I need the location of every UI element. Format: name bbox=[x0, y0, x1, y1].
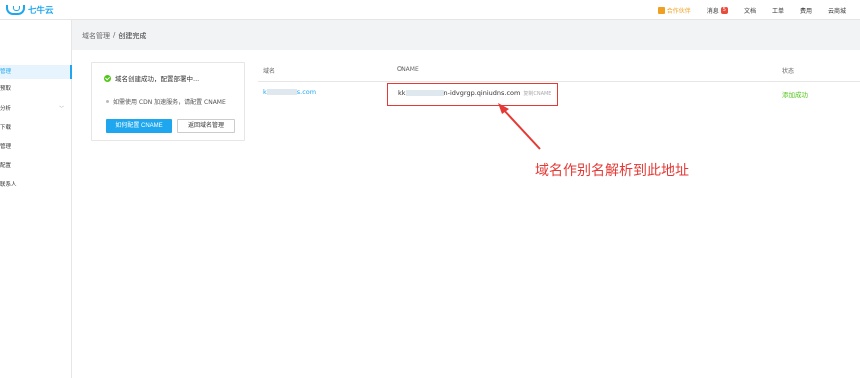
back-to-domain-management-button[interactable]: 返回域名管理 bbox=[177, 119, 235, 133]
sidebar-item-analytics[interactable]: 分析 ﹀ bbox=[0, 102, 72, 116]
qiniu-logo-icon bbox=[6, 5, 25, 15]
nav-tickets[interactable]: 工单 bbox=[772, 6, 784, 15]
creation-status-card: 域名创建成功，配置部署中... 如需使用 CDN 加速服务，请配置 CNAME … bbox=[91, 62, 245, 141]
table-row: k s.com bbox=[258, 88, 860, 100]
column-header-domain: 域名 bbox=[263, 68, 276, 75]
cname-suffix: n-idvgrgp.qiniudns.com bbox=[443, 89, 521, 97]
breadcrumb-parent[interactable]: 域名管理 bbox=[82, 31, 110, 41]
cname-prefix: kk bbox=[398, 89, 406, 97]
help-icon[interactable] bbox=[397, 66, 402, 71]
annotation-text: 域名作别名解析到此地址 bbox=[535, 163, 689, 179]
breadcrumb-current: 创建完成 bbox=[118, 32, 147, 40]
copy-cname-link[interactable]: 复制CNAME bbox=[523, 90, 551, 97]
sidebar-item-contacts[interactable]: 联系人 bbox=[0, 178, 72, 192]
nav-docs[interactable]: 文档 bbox=[744, 6, 756, 15]
column-header-status: 状态 bbox=[782, 68, 795, 75]
how-to-configure-cname-button[interactable]: 如何配置 CNAME bbox=[106, 119, 172, 133]
top-nav-links: 合作伙伴 消息 5 文档 工单 费用 云商城 bbox=[642, 0, 846, 20]
sidebar-item-config[interactable]: 配置 bbox=[0, 159, 72, 173]
message-count-badge: 5 bbox=[720, 6, 728, 14]
breadcrumb-separator: / bbox=[113, 31, 116, 39]
redacted-text bbox=[266, 89, 297, 95]
success-check-icon bbox=[104, 74, 111, 82]
bullet-icon bbox=[106, 100, 109, 103]
table-header: 域名 CNAME 状态 bbox=[258, 66, 860, 78]
nav-partner-label: 合作伙伴 bbox=[666, 7, 691, 15]
nav-billing[interactable]: 费用 bbox=[800, 6, 812, 15]
status-title: 域名创建成功，配置部署中... bbox=[115, 75, 200, 83]
logo[interactable]: 七牛云 bbox=[6, 3, 54, 17]
sidebar-item-domain-management[interactable]: 管理 bbox=[0, 65, 72, 79]
sidebar-item-prefetch[interactable]: 预取 bbox=[0, 82, 72, 96]
top-navbar: 七牛云 合作伙伴 消息 5 文档 工单 费用 云商城 bbox=[0, 0, 860, 20]
domain-suffix: s.com bbox=[296, 88, 317, 96]
cname-value: kk n-idvgrgp.qiniudns.com 复制CNAME bbox=[398, 89, 551, 97]
status-success: 添加成功 bbox=[782, 91, 808, 99]
domain-link[interactable]: k s.com bbox=[263, 88, 316, 96]
table-divider bbox=[258, 81, 860, 82]
sidebar-item-label: 分析 bbox=[0, 106, 12, 112]
chevron-down-icon: ﹀ bbox=[58, 106, 64, 112]
nav-partner[interactable]: 合作伙伴 bbox=[657, 6, 691, 15]
annotation-arrow-icon bbox=[498, 103, 541, 150]
redacted-text bbox=[405, 90, 444, 96]
breadcrumb: 域名管理 / 创建完成 bbox=[82, 31, 146, 41]
nav-messages[interactable]: 消息 5 bbox=[707, 6, 728, 15]
sidebar-item-management[interactable]: 管理 bbox=[0, 140, 72, 154]
status-heading: 域名创建成功，配置部署中... bbox=[104, 73, 199, 83]
sidebar-item-download[interactable]: 下载 bbox=[0, 121, 72, 135]
cname-hint-text: 如需使用 CDN 加速服务，请配置 CNAME bbox=[113, 99, 226, 106]
gift-icon bbox=[657, 6, 665, 14]
nav-messages-label: 消息 bbox=[706, 7, 719, 15]
sidebar: 管理 预取 分析 ﹀ 下载 管理 配置 联系人 bbox=[0, 20, 72, 378]
nav-marketplace[interactable]: 云商城 bbox=[828, 6, 846, 15]
logo-text: 七牛云 bbox=[28, 6, 54, 16]
cname-hint: 如需使用 CDN 加速服务，请配置 CNAME bbox=[106, 97, 226, 106]
